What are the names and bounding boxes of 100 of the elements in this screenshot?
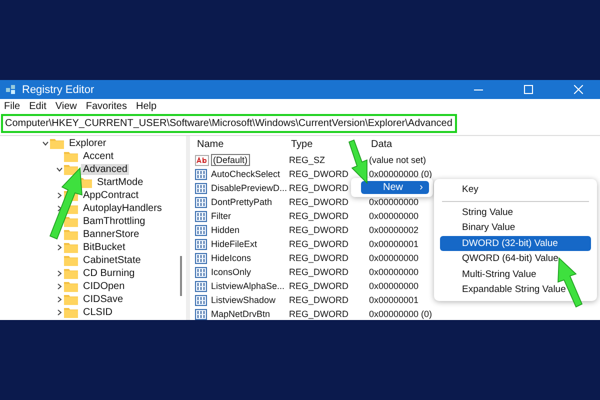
menu-item[interactable]: Favorites	[86, 100, 127, 112]
menu-item[interactable]: File	[4, 100, 20, 112]
menu-item[interactable]: View	[55, 100, 77, 112]
value-name[interactable]: DontPrettyPath	[209, 196, 274, 208]
menu-item[interactable]: Edit	[29, 100, 46, 112]
binary-value-icon	[195, 308, 207, 320]
folder-icon	[50, 138, 64, 149]
folder-icon	[64, 268, 78, 279]
close-icon[interactable]	[574, 85, 582, 94]
value-data: 0x00000000	[369, 197, 419, 207]
menu-item[interactable]: Binary Value	[440, 220, 591, 236]
tree-item[interactable]: Accent	[81, 151, 116, 162]
value-type: REG_DWORD	[289, 267, 349, 277]
value-type: REG_DWORD	[289, 281, 349, 291]
binary-value-icon	[195, 252, 207, 264]
menu-item[interactable]: Key	[440, 182, 591, 198]
value-name[interactable]: DisablePreviewD...	[209, 182, 290, 194]
address-field[interactable]: Computer\HKEY_CURRENT_USER\Software\Microsoft\Windows\CurrentVersion\Explorer\Advanced	[1, 114, 458, 133]
binary-value-icon	[195, 182, 207, 194]
window-title: Registry Editor	[22, 84, 96, 96]
value-type: REG_SZ	[289, 155, 326, 165]
binary-value-icon	[195, 196, 207, 208]
value-name[interactable]: MapNetDrvBtn	[209, 308, 272, 320]
menu-item[interactable]: Expandable String Value	[440, 282, 591, 298]
binary-value-icon	[195, 266, 207, 278]
tree-item[interactable]: BannerStore	[81, 229, 142, 240]
tree-item[interactable]: BamThrottling	[81, 216, 148, 227]
tree-item[interactable]: AppContract	[81, 190, 141, 201]
binary-value-icon	[195, 294, 207, 306]
tree-item[interactable]: BitBucket	[81, 242, 128, 253]
tree-item[interactable]: Advanced	[81, 164, 130, 175]
value-name[interactable]: (Default)	[211, 154, 250, 166]
tree-item[interactable]: AutoplayHandlers	[81, 203, 164, 214]
tree-item[interactable]: CabinetState	[81, 255, 143, 266]
value-type: REG_DWORD	[289, 169, 349, 179]
binary-value-icon	[195, 210, 207, 222]
value-type: REG_DWORD	[289, 183, 349, 193]
value-type: REG_DWORD	[289, 309, 349, 319]
folder-icon	[64, 229, 78, 240]
tree-item[interactable]: Explorer	[67, 138, 108, 149]
chevron-right-icon[interactable]	[56, 309, 62, 316]
maximize-icon[interactable]	[524, 85, 532, 94]
chevron-right-icon[interactable]	[56, 283, 62, 290]
value-data: 0x00000000 (0)	[369, 169, 432, 179]
menu-item[interactable]: Multi-String Value	[440, 266, 591, 282]
tree-item[interactable]: CIDOpen	[81, 281, 127, 292]
value-type: REG_DWORD	[289, 211, 349, 221]
value-name[interactable]: AutoCheckSelect	[209, 168, 282, 180]
chevron-right-icon[interactable]	[56, 296, 62, 303]
folder-icon	[64, 294, 78, 305]
value-type: REG_DWORD	[289, 239, 349, 249]
folder-icon	[64, 242, 78, 253]
value-data: 0x00000000	[369, 253, 419, 263]
chevron-down-icon[interactable]	[56, 166, 62, 173]
value-data: 0x00000001	[369, 239, 419, 249]
value-data: (value not set)	[369, 155, 426, 165]
chevron-right-icon[interactable]	[56, 192, 62, 199]
tree-item[interactable]: CIDSave	[81, 294, 126, 305]
tree-item[interactable]: CD Burning	[81, 268, 137, 279]
value-data: 0x00000000	[369, 267, 419, 277]
column-header[interactable]: Type	[289, 139, 313, 150]
binary-value-icon	[195, 238, 207, 250]
value-type: REG_DWORD	[289, 253, 349, 263]
binary-value-icon	[195, 280, 207, 292]
tree-item[interactable]: CLSID	[81, 307, 114, 318]
tree-item[interactable]: StartMode	[95, 177, 146, 188]
menu-item[interactable]: Help	[136, 100, 157, 112]
folder-icon	[64, 164, 78, 175]
chevron-right-icon[interactable]	[56, 270, 62, 277]
value-name[interactable]: Hidden	[209, 224, 242, 236]
folder-icon	[64, 151, 78, 162]
value-type: REG_DWORD	[289, 225, 349, 235]
column-header[interactable]: Name	[195, 139, 224, 150]
value-type: REG_DWORD	[289, 295, 349, 305]
value-name[interactable]: ListviewAlphaSe...	[209, 280, 287, 292]
value-data: 0x00000001	[369, 295, 419, 305]
binary-value-icon	[195, 224, 207, 236]
menu-item[interactable]: New ›	[361, 181, 429, 194]
app-icon	[6, 84, 16, 94]
value-data: 0x00000002	[369, 225, 419, 235]
value-name[interactable]: ListviewShadow	[209, 294, 278, 306]
menu-item[interactable]: String Value	[440, 204, 591, 220]
menu-item[interactable]: QWORD (64-bit) Value	[440, 251, 591, 266]
menu-item[interactable]: DWORD (32-bit) Value	[440, 236, 591, 251]
scrollbar-thumb[interactable]	[180, 256, 182, 296]
chevron-right-icon[interactable]	[56, 244, 62, 251]
value-data: 0x00000000	[369, 281, 419, 291]
chevron-down-icon[interactable]	[42, 140, 48, 147]
binary-value-icon	[195, 168, 207, 180]
value-type: REG_DWORD	[289, 197, 349, 207]
folder-icon	[64, 281, 78, 292]
folder-icon	[64, 255, 78, 266]
value-name[interactable]: IconsOnly	[209, 266, 254, 278]
value-name[interactable]: Filter	[209, 210, 233, 222]
column-header[interactable]: Data	[369, 139, 392, 150]
folder-icon	[64, 307, 78, 318]
value-name[interactable]: HideFileExt	[209, 238, 260, 250]
folder-icon	[64, 216, 78, 227]
string-value-icon	[195, 154, 209, 166]
value-name[interactable]: HideIcons	[209, 252, 254, 264]
